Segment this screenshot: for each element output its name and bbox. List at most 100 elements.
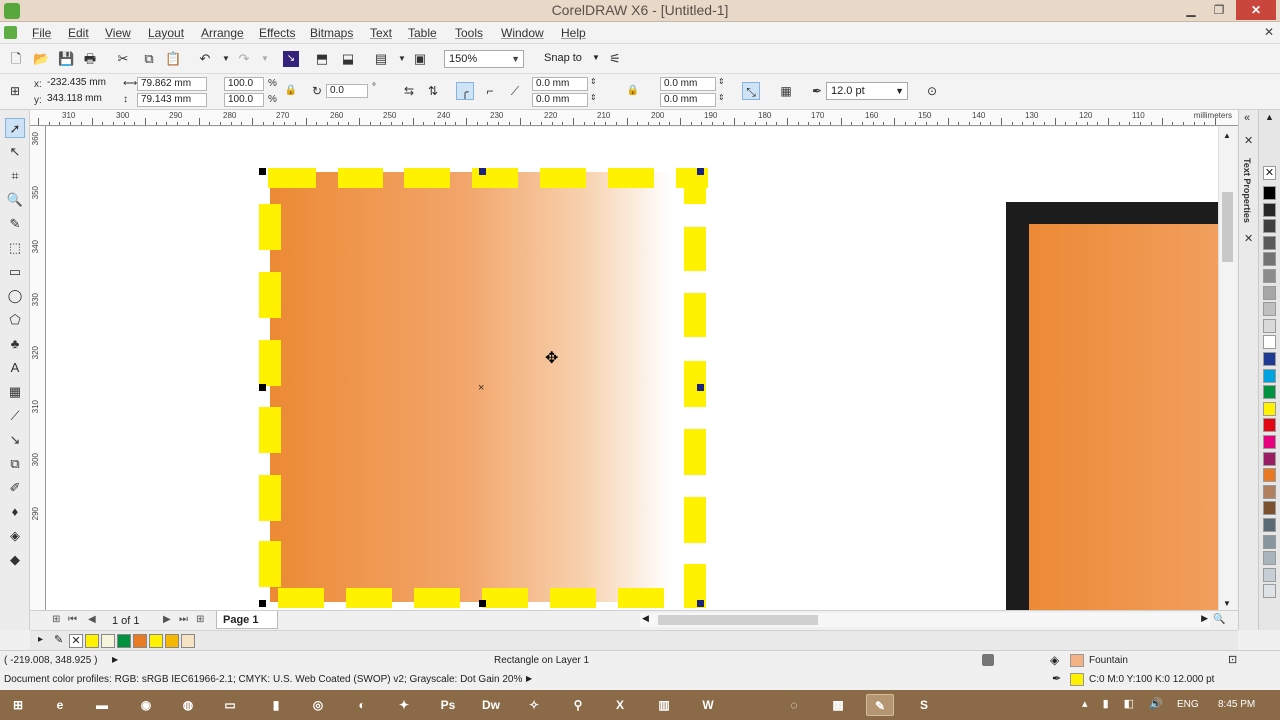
eyedropper-tool-icon[interactable]: ✐ xyxy=(5,478,25,498)
color-profiles-arrow-icon[interactable]: ▶ xyxy=(526,674,532,683)
palette-swatch[interactable] xyxy=(1263,368,1276,383)
selection-handle[interactable] xyxy=(259,384,266,391)
eyedropper-icon[interactable]: ✎ xyxy=(54,633,63,646)
explorer-taskbar-icon[interactable]: ▬ xyxy=(88,694,116,716)
menu-table[interactable]: Table xyxy=(408,26,437,40)
vertical-scrollbar[interactable]: ▲ ▼ xyxy=(1218,127,1236,610)
chamfered-corner-icon[interactable]: ⟋ xyxy=(506,82,524,100)
app-taskbar-icon[interactable]: ▥ xyxy=(650,694,678,716)
horizontal-scrollbar[interactable]: ◀ ▶ xyxy=(640,613,1210,627)
menu-layout[interactable]: Layout xyxy=(148,26,184,40)
document-palette-swatch[interactable] xyxy=(181,634,195,648)
last-page-icon[interactable]: ⏭ xyxy=(179,614,188,625)
app-taskbar-icon[interactable]: ◐ xyxy=(348,694,376,716)
save-icon[interactable]: 💾 xyxy=(58,51,74,67)
fill-color-swatch[interactable] xyxy=(1070,654,1084,667)
add-page-icon[interactable]: ⊞ xyxy=(52,614,60,625)
export-icon[interactable]: ⬒ xyxy=(314,51,330,67)
palette-swatch[interactable] xyxy=(1263,435,1276,449)
menu-text[interactable]: Text xyxy=(370,26,392,40)
selection-handle[interactable] xyxy=(259,168,266,175)
snap-to-button[interactable]: Snap to xyxy=(544,52,582,64)
text-tool-icon[interactable]: A xyxy=(5,358,25,378)
system-tray-icons[interactable]: ▴ ▮ ◧ 🔊 xyxy=(1082,697,1169,710)
scroll-right-icon[interactable]: ▶ xyxy=(1201,613,1208,624)
chrome-taskbar-icon[interactable]: ◉ xyxy=(132,694,160,716)
scrollbar-thumb[interactable] xyxy=(1222,192,1233,262)
menu-window[interactable]: Window xyxy=(501,26,544,40)
zoom-level-select[interactable]: 150% ▼ xyxy=(444,50,524,68)
start-button-icon[interactable]: ⊞ xyxy=(4,694,32,716)
crop-tool-icon[interactable]: ⌗ xyxy=(5,166,25,186)
options-icon[interactable]: ⚟ xyxy=(607,51,623,67)
menu-edit[interactable]: Edit xyxy=(68,26,89,40)
coordinates-arrow-icon[interactable]: ▶ xyxy=(112,655,118,664)
palette-swatch[interactable] xyxy=(1263,501,1276,516)
close-button[interactable]: ✕ xyxy=(1236,0,1276,20)
app-taskbar-icon[interactable]: ⚲ xyxy=(564,694,592,716)
drawing-canvas[interactable]: × ✥ xyxy=(46,127,1218,610)
document-palette-swatch[interactable] xyxy=(165,634,179,648)
ie-taskbar-icon[interactable]: e xyxy=(46,694,74,716)
outline-tool-icon[interactable]: ♦ xyxy=(5,502,25,522)
copy-icon[interactable]: ⧉ xyxy=(141,51,157,67)
lock-corners-icon[interactable]: 🔒 xyxy=(624,82,642,100)
selection-handle[interactable] xyxy=(259,600,266,607)
paste-icon[interactable]: 📋 xyxy=(165,51,181,67)
palette-swatch[interactable] xyxy=(1263,451,1276,466)
welcome-screen-icon[interactable]: ▣ xyxy=(412,51,428,67)
word-taskbar-icon[interactable]: W xyxy=(694,694,722,716)
dreamweaver-taskbar-icon[interactable]: Dw xyxy=(477,694,505,716)
document-palette-swatch[interactable] xyxy=(85,634,99,648)
app-taskbar-icon[interactable]: ✧ xyxy=(520,694,548,716)
rotation-field[interactable]: 0.0 xyxy=(326,84,368,98)
palette-swatch[interactable] xyxy=(1263,584,1276,599)
selected-rectangle[interactable] xyxy=(270,172,706,602)
menu-view[interactable]: View xyxy=(105,26,131,40)
app-taskbar-icon[interactable]: ✦ xyxy=(390,694,418,716)
scalloped-corner-icon[interactable]: ⌐ xyxy=(481,82,499,100)
mirror-vertical-icon[interactable]: ⇅ xyxy=(424,82,442,100)
palette-swatch[interactable] xyxy=(1263,202,1276,217)
selection-handle[interactable] xyxy=(697,168,704,175)
selection-handle[interactable] xyxy=(479,600,486,607)
no-color-swatch[interactable]: ✕ xyxy=(1263,166,1276,180)
palette-swatch[interactable] xyxy=(1263,418,1276,433)
ellipse-tool-icon[interactable]: ◯ xyxy=(5,286,25,306)
table-tool-icon[interactable]: ▦ xyxy=(5,382,25,402)
palette-swatch[interactable] xyxy=(1263,468,1276,483)
fill-tool-icon[interactable]: ◈ xyxy=(5,526,25,546)
palette-swatch[interactable] xyxy=(1263,551,1276,566)
text-properties-tab[interactable]: Text Properties xyxy=(1242,158,1252,223)
minimize-button[interactable]: ▁ xyxy=(1178,0,1204,20)
polygon-tool-icon[interactable]: ⬠ xyxy=(5,310,25,330)
palette-swatch[interactable] xyxy=(1263,269,1276,283)
object-position-icon[interactable]: ⊞ xyxy=(6,82,24,100)
language-indicator[interactable]: ENG xyxy=(1177,699,1199,710)
menu-help[interactable]: Help xyxy=(561,26,586,40)
add-page-after-icon[interactable]: ⊞ xyxy=(196,614,204,625)
selection-handle[interactable] xyxy=(697,384,704,391)
document-palette-swatch[interactable] xyxy=(117,634,131,648)
menu-file[interactable]: File xyxy=(32,26,51,40)
zoom-navigator-icon[interactable]: 🔍 xyxy=(1213,614,1225,625)
spinner-icon[interactable]: ⇕ xyxy=(590,77,597,86)
no-color-swatch[interactable]: ✕ xyxy=(69,634,83,648)
undo-dropdown-icon[interactable]: ▼ xyxy=(218,51,234,67)
excel-taskbar-icon[interactable]: X xyxy=(606,694,634,716)
interactive-fill-tool-icon[interactable]: ◆ xyxy=(5,550,25,570)
mirror-horizontal-icon[interactable]: ⇆ xyxy=(400,82,418,100)
outline-pen-icon[interactable]: ✒ xyxy=(1052,672,1061,685)
snap-to-dropdown-icon[interactable]: ▼ xyxy=(592,53,600,62)
import-icon[interactable]: ↘ xyxy=(283,51,299,67)
selection-handle[interactable] xyxy=(479,168,486,175)
palette-swatch[interactable] xyxy=(1263,484,1276,499)
pick-tool-icon[interactable]: ➚ xyxy=(5,118,25,138)
palette-swatch[interactable] xyxy=(1263,235,1276,250)
height-field[interactable]: 79.143 mm xyxy=(137,93,207,107)
second-rectangle[interactable] xyxy=(1029,224,1218,610)
publish-pdf-icon[interactable]: ⬓ xyxy=(340,51,356,67)
smart-fill-tool-icon[interactable]: ⬚ xyxy=(5,238,25,258)
document-icon[interactable] xyxy=(4,26,17,39)
print-icon[interactable]: 🖶 xyxy=(82,51,98,67)
